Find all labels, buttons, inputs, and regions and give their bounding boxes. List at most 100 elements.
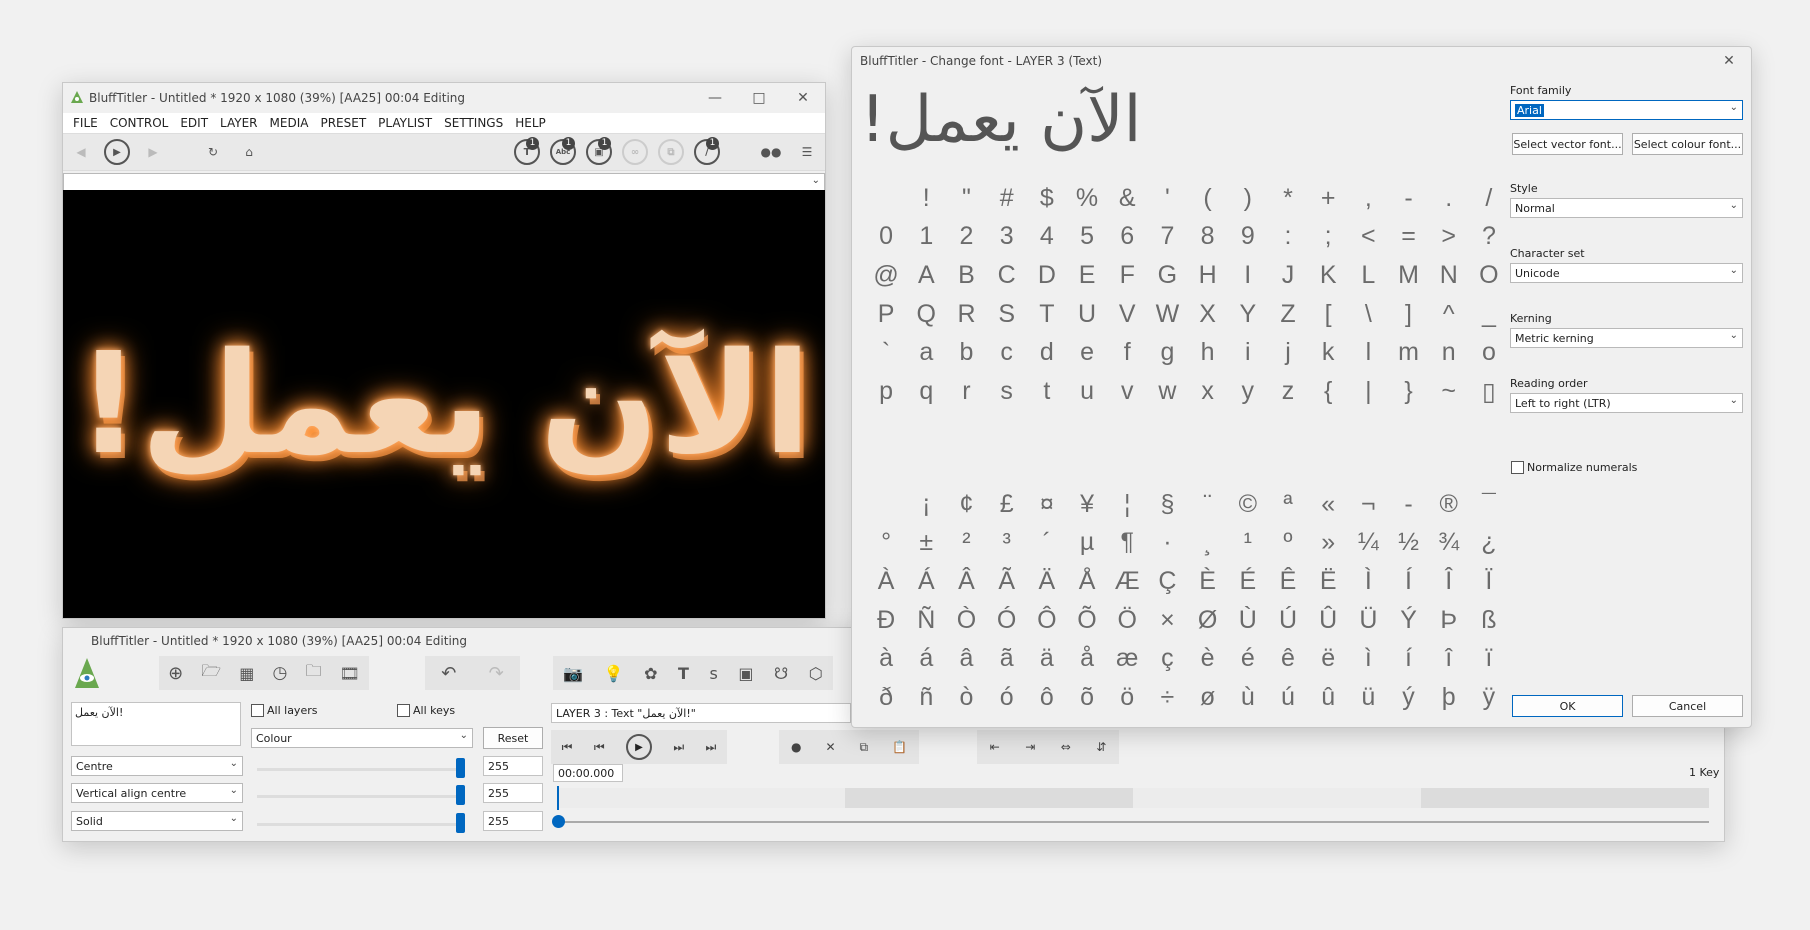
glyph-cell[interactable]: Ù: [1228, 606, 1268, 635]
glyph-cell[interactable]: 5: [1067, 222, 1107, 251]
glyph-cell[interactable]: ¶: [1107, 528, 1147, 557]
glyph-row[interactable]: ð ñ ò ó ô õ ö ÷ ø ù ú û ü ý þ ÿ: [866, 683, 1509, 712]
glyph-cell[interactable]: D: [1027, 261, 1067, 290]
glyph-cell[interactable]: O: [1469, 261, 1509, 290]
glyph-cell[interactable]: n: [1429, 338, 1469, 367]
image-icon[interactable]: ▣: [738, 664, 753, 683]
glyph-cell[interactable]: g: [1147, 338, 1187, 367]
all-keys-checkbox[interactable]: All keys: [397, 704, 455, 717]
minimize-icon[interactable]: —: [693, 83, 737, 113]
glyph-cell[interactable]: Ç: [1147, 567, 1187, 596]
glyph-cell[interactable]: õ: [1067, 683, 1107, 712]
play-button[interactable]: ▶: [99, 137, 135, 167]
glyph-cell[interactable]: %: [1067, 184, 1107, 213]
glyph-cell[interactable]: G: [1147, 261, 1187, 290]
glyph-cell[interactable]: É: [1228, 567, 1268, 596]
glyph-cell[interactable]: c: [987, 338, 1027, 367]
glyph-cell[interactable]: i: [1228, 338, 1268, 367]
glyph-cell[interactable]: u: [1067, 377, 1107, 407]
glyph-cell[interactable]: T: [1027, 300, 1067, 329]
text-icon[interactable]: T: [678, 664, 689, 683]
glyph-cell[interactable]: o: [1469, 338, 1509, 367]
glyph-cell[interactable]: b: [946, 338, 986, 367]
glyph-cell[interactable]: ¡: [906, 490, 946, 519]
glyph-cell[interactable]: A: [906, 261, 946, 290]
glyph-cell[interactable]: ú: [1268, 683, 1308, 712]
glyph-cell[interactable]: f: [1107, 338, 1147, 367]
green-slider-thumb[interactable]: [456, 785, 465, 805]
glyph-cell[interactable]: L: [1348, 261, 1388, 290]
glyph-row[interactable]: ÀÁÂÃÄÅÆÇÈÉÊËÌÍÎÏ: [866, 567, 1509, 596]
glyph-cell[interactable]: z: [1268, 377, 1308, 407]
select-vector-font-button[interactable]: Select vector font...: [1512, 133, 1623, 155]
community-icon[interactable]: ●●: [753, 137, 789, 167]
glyph-cell[interactable]: £: [987, 490, 1027, 519]
glyph-cell[interactable]: B: [946, 261, 986, 290]
glyph-cell[interactable]: ö: [1107, 683, 1147, 712]
glyph-cell[interactable]: §: [1147, 490, 1187, 519]
glyph-cell[interactable]: ª: [1268, 490, 1308, 519]
particles-icon[interactable]: ✿: [644, 664, 657, 683]
glyph-cell[interactable]: v: [1107, 377, 1147, 407]
glyph-cell[interactable]: p: [866, 377, 906, 407]
timeline-track[interactable]: [557, 788, 1709, 808]
hamburger-menu-icon[interactable]: ☰: [789, 137, 825, 167]
glyph-cell[interactable]: ÷: [1147, 683, 1187, 712]
ok-button[interactable]: OK: [1512, 695, 1623, 717]
text-layer-icon[interactable]: T1: [509, 137, 545, 167]
glyph-row[interactable]: ¡ ¢ £ ¤ ¥ ¦ § ¨ © ª «¬ - ® ¯: [866, 490, 1509, 519]
glyph-cell[interactable]: Þ: [1429, 606, 1469, 635]
glyph-cell[interactable]: 6: [1107, 222, 1147, 251]
glyph-cell[interactable]: M: [1388, 261, 1428, 290]
select-colour-font-button[interactable]: Select colour font...: [1632, 133, 1743, 155]
style-select[interactable]: Normal ⌄: [1510, 198, 1743, 218]
glyph-row[interactable]: Ð Ñ Ò Ó Ô Õ Ö × Ø Ù Ú Û Ü Ý Þß: [866, 606, 1509, 635]
glyph-cell[interactable]: ±: [906, 528, 946, 557]
glyph-cell[interactable]: ý: [1388, 683, 1428, 712]
glyph-cell[interactable]: ¼: [1348, 528, 1388, 557]
glyph-cell[interactable]: æ: [1107, 644, 1147, 673]
next-frame-icon[interactable]: ⏭: [673, 740, 684, 755]
glyph-cell[interactable]: ø: [1188, 683, 1228, 712]
glyph-cell[interactable]: P: [866, 300, 906, 329]
glyph-cell[interactable]: 8: [1188, 222, 1228, 251]
reset-button[interactable]: Reset: [483, 727, 543, 749]
glyph-cell[interactable]: Ü: [1348, 606, 1388, 635]
menu-layer[interactable]: LAYER: [214, 116, 264, 130]
timeline-play-button[interactable]: ▶: [625, 734, 652, 760]
glyph-cell[interactable]: -: [1388, 184, 1428, 213]
glyph-cell[interactable]: 2: [946, 222, 986, 251]
clock-icon[interactable]: ◷: [273, 663, 288, 683]
skip-start-icon[interactable]: ⏮: [562, 740, 573, 755]
network-icon[interactable]: ∞: [617, 137, 653, 167]
glyph-cell[interactable]: r: [946, 377, 986, 407]
maximize-icon[interactable]: □: [737, 83, 781, 113]
glyph-cell[interactable]: È: [1188, 567, 1228, 596]
property-select[interactable]: Colour ⌄: [251, 728, 473, 748]
glyph-cell[interactable]: ¯: [1469, 490, 1509, 519]
glyph-cell[interactable]: Ø: [1188, 606, 1228, 635]
glyph-row[interactable]: ` a b c d e f g h i j k l m n o: [866, 338, 1509, 367]
open-folder-icon[interactable]: 🗁: [201, 660, 221, 687]
glyph-cell[interactable]: À: [866, 567, 906, 596]
glyph-cell[interactable]: ü: [1348, 683, 1388, 712]
fill-select[interactable]: Solid ⌄: [71, 811, 243, 831]
normalize-numerals-checkbox[interactable]: Normalize numerals: [1511, 461, 1637, 474]
glyph-cell[interactable]: ¥: [1067, 490, 1107, 519]
record-key-icon[interactable]: ●: [791, 740, 801, 754]
menu-edit[interactable]: EDIT: [174, 116, 214, 130]
glyph-cell[interactable]: ?: [1469, 222, 1509, 251]
glyph-cell[interactable]: V: [1107, 300, 1147, 329]
glyph-cell[interactable]: ▯: [1469, 377, 1509, 407]
glyph-cell[interactable]: 3: [987, 222, 1027, 251]
glyph-cell[interactable]: ¿: [1469, 528, 1509, 557]
cancel-button[interactable]: Cancel: [1632, 695, 1743, 717]
preset-dropdown[interactable]: ⌄: [63, 173, 825, 191]
align-select[interactable]: Centre ⌄: [71, 756, 243, 776]
glyph-cell[interactable]: Ì: [1348, 567, 1388, 596]
glyph-cell[interactable]: à: [866, 644, 906, 673]
glyph-cell[interactable]: ]: [1388, 300, 1428, 329]
import-folder-icon[interactable]: 🗀: [305, 660, 321, 687]
menu-control[interactable]: CONTROL: [104, 116, 175, 130]
menu-media[interactable]: MEDIA: [264, 116, 315, 130]
